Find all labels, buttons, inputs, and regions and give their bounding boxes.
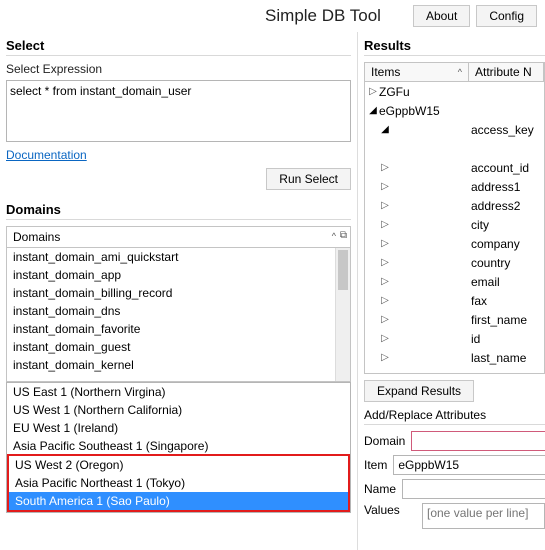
select-heading: Select [6,36,351,56]
name-field[interactable] [402,479,545,499]
region-item[interactable]: Asia Pacific Southeast 1 (Singapore) [7,437,350,455]
column-items-label: Items [371,65,400,79]
region-item[interactable]: US East 1 (Northern Virgina) [7,383,350,401]
config-button[interactable]: Config [476,5,537,27]
domains-combo[interactable]: Domains ^ ⧉ [6,226,351,248]
add-replace-heading: Add/Replace Attributes [364,408,545,425]
results-tree[interactable]: ▷ZGFu ◢eGppbW15 ◢ access_key ▷account_id… [365,82,544,367]
expand-icon[interactable]: ▷ [379,219,391,230]
attr-label: access_key [469,123,544,137]
list-item[interactable]: instant_domain_favorite [7,320,350,338]
tree-row[interactable]: ▷ id [365,329,544,348]
item-field[interactable] [393,455,545,475]
results-grid[interactable]: Items ^ Attribute N ▷ZGFu ◢eGppbW15 ◢ ac… [364,62,545,374]
select-expression-label: Select Expression [6,62,351,76]
about-button[interactable]: About [413,5,470,27]
tree-row[interactable]: ▷ last_name [365,348,544,367]
tree-row[interactable]: ▷ address1 [365,177,544,196]
list-item[interactable]: instant_domain_guest [7,338,350,356]
tree-row[interactable]: ▷ country [365,253,544,272]
domains-heading: Domains [6,200,351,220]
list-item[interactable]: instant_domain_dns [7,302,350,320]
attr-label: last_name [469,351,544,365]
expand-icon[interactable]: ▷ [379,314,391,325]
domains-list[interactable]: instant_domain_ami_quickstart instant_do… [6,248,351,382]
list-item[interactable]: instant_domain_app [7,266,350,284]
select-expression-input[interactable]: select * from instant_domain_user [6,80,351,142]
tree-row[interactable]: ▷ address2 [365,196,544,215]
expand-icon[interactable]: ▷ [379,276,391,287]
sort-asc-icon: ^ [458,67,462,77]
expand-icon[interactable]: ▷ [367,86,379,97]
expand-icon[interactable]: ▷ [379,333,391,344]
tree-row[interactable]: ◢ access_key [365,120,544,139]
titlebar: Simple DB Tool About Config [0,0,545,32]
tree-row[interactable]: ▷ city [365,215,544,234]
expand-icon[interactable]: ▷ [379,257,391,268]
region-item-selected[interactable]: South America 1 (Sao Paulo) [9,492,348,510]
results-heading: Results [364,36,545,56]
attr-label: country [469,256,544,270]
tree-item-label: eGppbW15 [379,104,440,118]
expand-results-button[interactable]: Expand Results [364,380,474,402]
list-item[interactable]: instant_domain_ami_quickstart [7,248,350,266]
expand-icon[interactable]: ▷ [379,238,391,249]
app-title: Simple DB Tool [265,6,381,26]
grid-header: Items ^ Attribute N [365,63,544,82]
expand-icon[interactable]: ▷ [379,200,391,211]
run-select-button[interactable]: Run Select [266,168,351,190]
tree-item-label: ZGFu [379,85,410,99]
region-item[interactable]: US West 1 (Northern California) [7,401,350,419]
attr-label: address2 [469,199,544,213]
domain-field[interactable] [411,431,545,451]
documentation-link[interactable]: Documentation [6,148,351,162]
domains-combo-label: Domains [13,230,60,244]
attr-label: account_id [469,161,544,175]
chevron-up-icon: ^ [332,231,336,241]
region-dropdown[interactable]: US East 1 (Northern Virgina) US West 1 (… [6,382,351,513]
tree-row[interactable]: ▷ fax [365,291,544,310]
attr-label: first_name [469,313,544,327]
region-item[interactable]: EU West 1 (Ireland) [7,419,350,437]
attr-label: city [469,218,544,232]
expand-icon[interactable]: ▷ [379,352,391,363]
expand-icon[interactable]: ▷ [379,181,391,192]
item-label: Item [364,458,387,472]
region-item[interactable]: US West 2 (Oregon) [9,456,348,474]
attr-label: fax [469,294,544,308]
collapse-icon[interactable]: ◢ [367,105,379,116]
tree-row[interactable]: ▷ company [365,234,544,253]
list-item[interactable]: instant_domain_kernel [7,356,350,374]
tree-row[interactable]: ▷ZGFu [365,82,544,101]
tree-row[interactable]: ▷ first_name [365,310,544,329]
collapse-icon[interactable]: ◢ [379,124,391,135]
values-label: Values [364,503,416,517]
overflow-icon: ⧉ [340,230,347,241]
list-item[interactable]: instant_domain_billing_record [7,284,350,302]
annotation-box: US West 2 (Oregon) Asia Pacific Northeas… [7,454,350,512]
expand-icon[interactable]: ▷ [379,162,391,173]
domain-label: Domain [364,434,405,448]
name-label: Name [364,482,396,496]
attr-label: email [469,275,544,289]
values-field[interactable] [422,503,545,529]
tree-row[interactable] [365,139,544,158]
column-attribute[interactable]: Attribute N [469,63,544,81]
tree-row[interactable]: ◢eGppbW15 [365,101,544,120]
tree-row[interactable]: ▷ email [365,272,544,291]
attr-label: company [469,237,544,251]
region-item[interactable]: Asia Pacific Northeast 1 (Tokyo) [9,474,348,492]
attr-label: address1 [469,180,544,194]
tree-row[interactable]: ▷ account_id [365,158,544,177]
attr-label: id [469,332,544,346]
expand-icon[interactable]: ▷ [379,295,391,306]
scrollbar[interactable] [335,248,350,381]
column-items[interactable]: Items ^ [365,63,469,81]
